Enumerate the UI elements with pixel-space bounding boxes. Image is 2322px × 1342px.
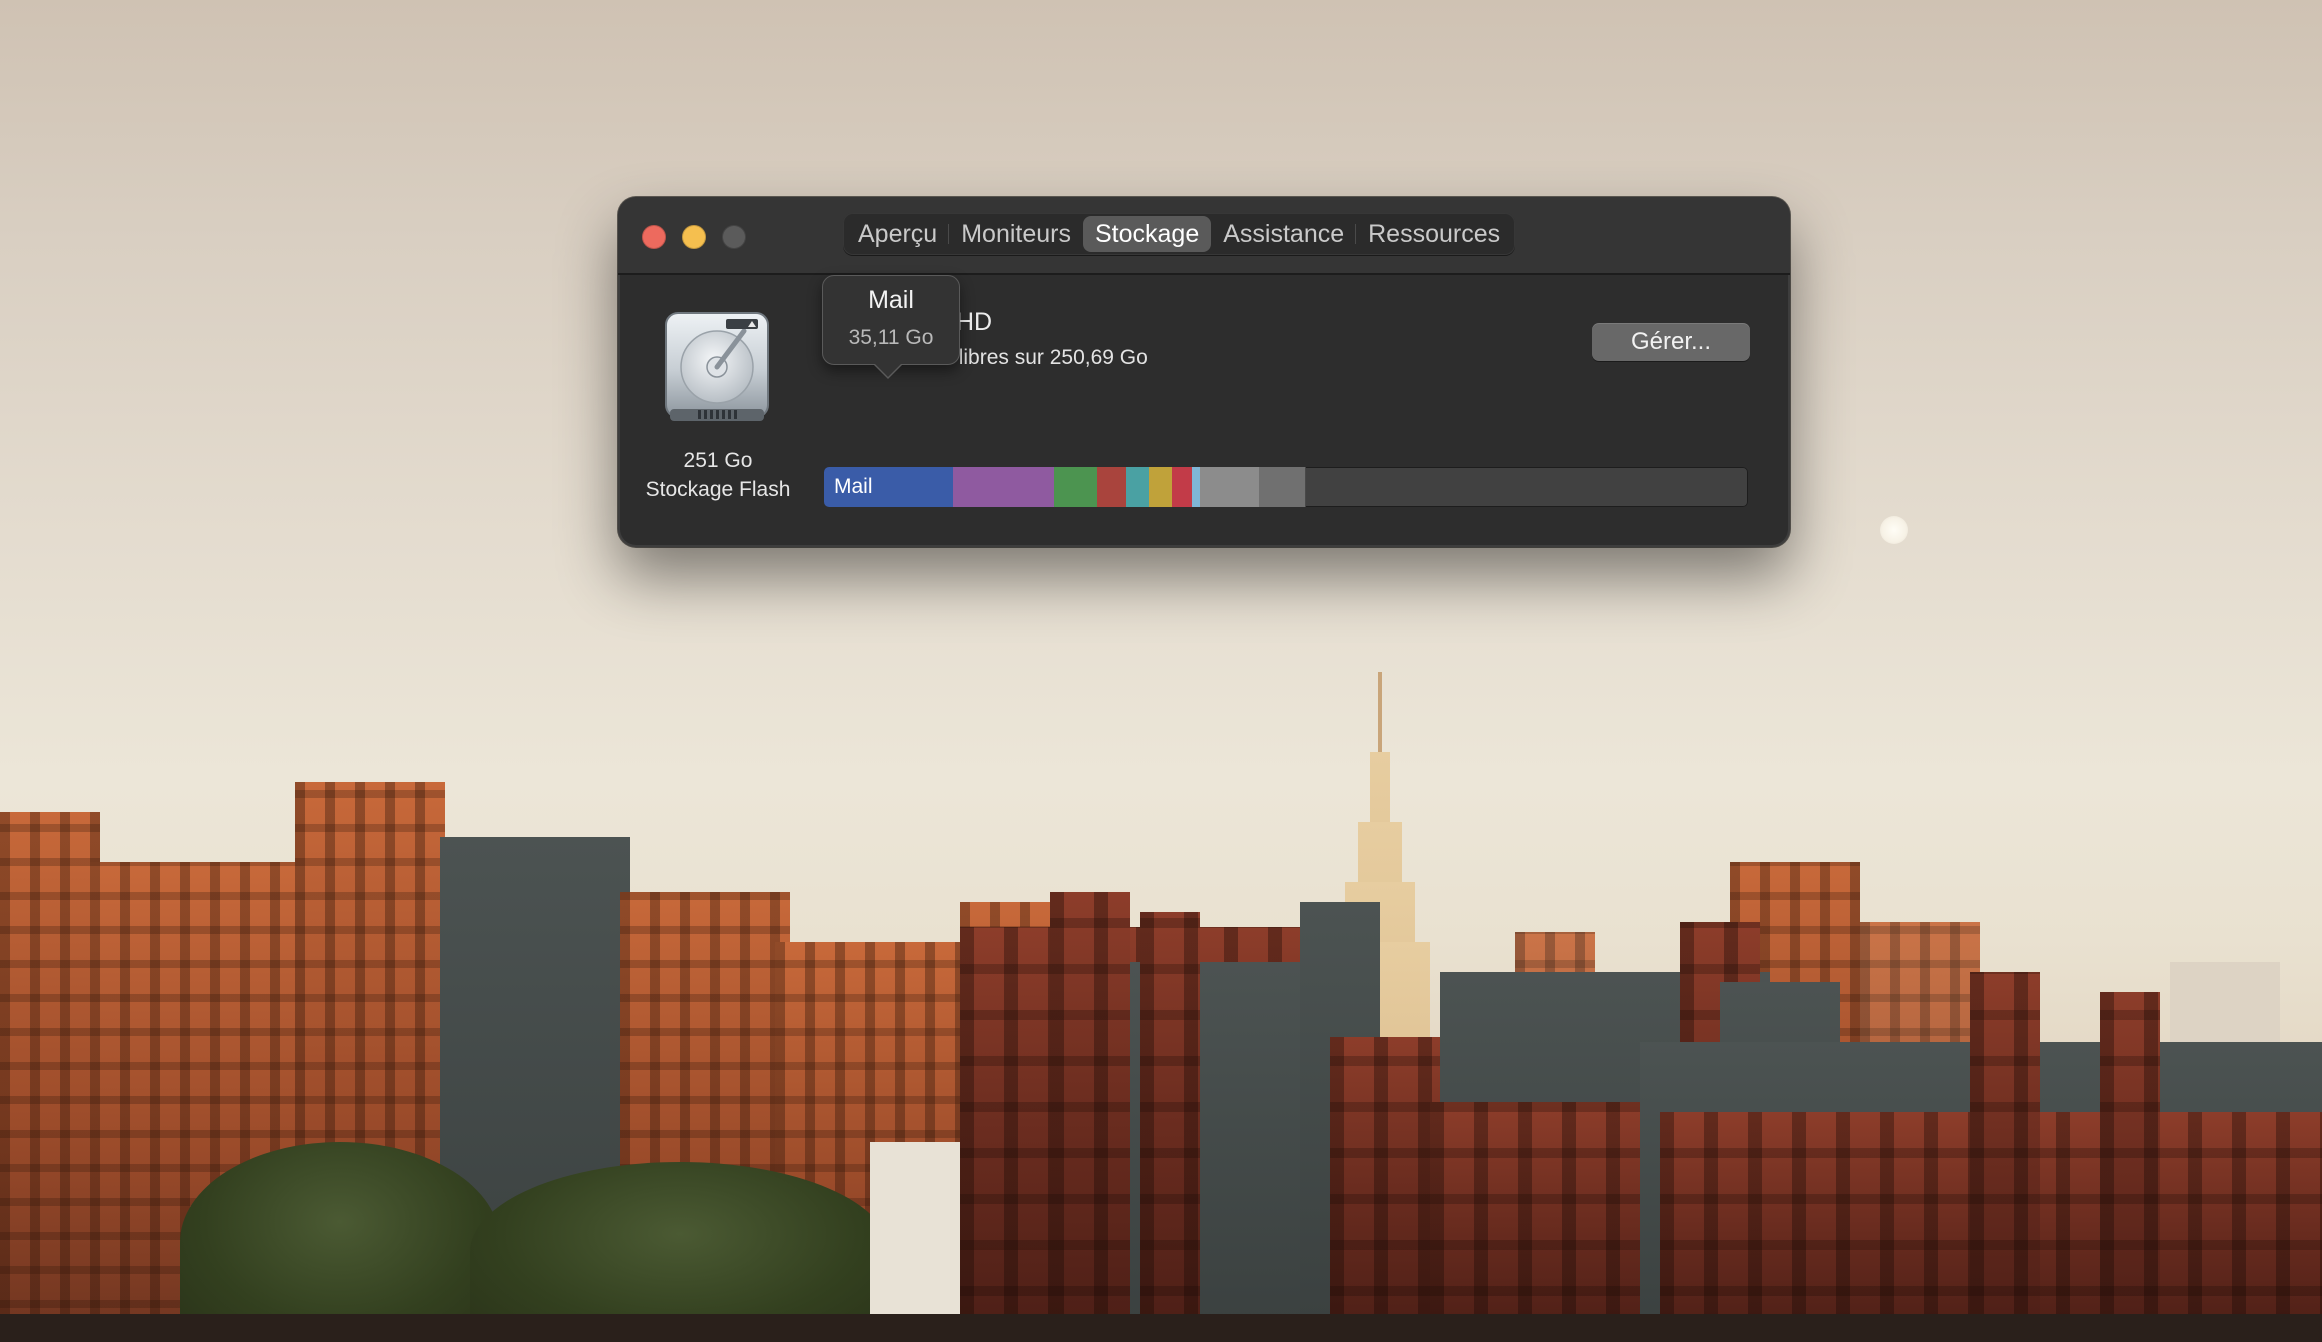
storage-segment-purple[interactable] [953,467,1055,507]
tooltip-title: Mail [868,286,914,314]
storage-segment-red[interactable] [1097,467,1127,507]
chimney [2100,992,2160,1342]
tab-ressources[interactable]: Ressources [1355,216,1512,252]
hard-drive-icon [665,312,769,421]
disk-capacity: 251 Go [683,449,753,472]
storage-bar[interactable]: Mail [824,467,1748,507]
storage-segment-yellow[interactable] [1149,467,1173,507]
storage-segment-other-dark[interactable] [1259,467,1306,507]
system-info-window: Aperçu Moniteurs Stockage Assistance Res… [618,197,1790,547]
tooltip-value: 35,11 Go [848,326,934,349]
tab-stockage[interactable]: Stockage [1082,216,1212,252]
close-button[interactable] [642,225,666,249]
storage-tooltip: Mail 35,11 Go [822,275,960,379]
minimize-button[interactable] [682,225,706,249]
mail-segment-label: Mail [834,475,873,498]
ground [0,1314,2322,1342]
storage-segment-green[interactable] [1054,467,1098,507]
tab-assistance[interactable]: Assistance [1211,216,1356,252]
tab-moniteurs[interactable]: Moniteurs [948,216,1083,252]
chimney [1050,892,1130,1342]
chimney [1140,912,1200,1342]
title-bar: Aperçu Moniteurs Stockage Assistance Res… [618,197,1790,275]
storage-segment-crimson[interactable] [1172,467,1193,507]
building [0,812,100,1342]
storage-pane: 251 Go Stockage Flash HD o de libres sur… [618,275,1790,547]
tab-bar: Aperçu Moniteurs Stockage Assistance Res… [843,213,1516,255]
manage-button[interactable]: Gérer... [1592,323,1750,361]
disk-type: Stockage Flash [645,478,791,501]
chimney [1970,972,2040,1342]
volume-name: HD [956,308,993,336]
tree [180,1142,500,1342]
zoom-button [722,225,746,249]
tab-apercu[interactable]: Aperçu [846,216,949,252]
white-building [870,1142,960,1342]
storage-segment-teal[interactable] [1126,467,1150,507]
moon [1880,516,1908,544]
storage-segment-other-light[interactable] [1200,467,1260,507]
